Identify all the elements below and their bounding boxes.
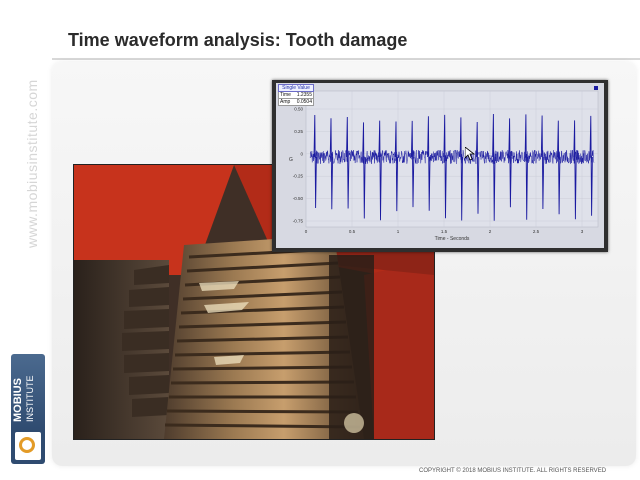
y-tick-label: -0.25	[293, 174, 304, 179]
mobius-logo: MOBIUS INSTITUTE	[11, 354, 45, 464]
x-axis-label: Time - Seconds	[435, 236, 470, 242]
y-axis-ticks: 0.50 0.25 0 -0.25 -0.50 -0.75	[293, 107, 304, 224]
cursor-readout: Single Value Time 1.2355 Amp 0.0504	[278, 84, 314, 106]
readout-row-amp: Amp 0.0504	[278, 99, 314, 106]
x-axis-ticks: 0 0.5 1 1.5 2 2.5 3	[305, 229, 584, 234]
waveform-chart: 0.50 0.25 0 -0.25 -0.50 -0.75 0 0.5 1 1.5 2 2.5 3 G…	[289, 86, 599, 242]
x-tick-label: 1	[397, 229, 400, 234]
x-tick-label: 2.5	[533, 229, 540, 234]
y-tick-label: -0.50	[293, 196, 304, 201]
y-tick-label: -0.75	[293, 219, 304, 224]
waveform-window: 0.50 0.25 0 -0.25 -0.50 -0.75 0 0.5 1 1.5 2 2.5 3 G…	[272, 80, 608, 252]
x-tick-label: 0.5	[349, 229, 356, 234]
watermark-text: www.mobiusinstitute.com	[24, 79, 40, 248]
y-axis-label: G	[289, 157, 293, 163]
y-tick-label: 0	[300, 151, 303, 156]
y-tick-label: 0.25	[294, 129, 303, 134]
window-corner-marker	[594, 86, 598, 90]
waveform-plot: 0.50 0.25 0 -0.25 -0.50 -0.75 0 0.5 1 1.5 2 2.5 3 G…	[276, 83, 604, 248]
title-divider	[52, 58, 640, 60]
readout-row-time: Time 1.2355	[278, 92, 314, 99]
readout-time-value: 1.2355	[296, 92, 312, 98]
copyright-notice: COPYRIGHT © 2018 MOBIUS INSTITUTE. ALL R…	[419, 468, 607, 474]
readout-header: Single Value	[278, 84, 314, 92]
x-tick-label: 0	[305, 229, 308, 234]
side-watermark: www.mobiusinstitute.com	[6, 60, 42, 250]
x-tick-label: 2	[489, 229, 492, 234]
logo-line-1: MOBIUS	[12, 378, 24, 422]
readout-amp-label: Amp	[280, 99, 291, 105]
x-tick-label: 1.5	[441, 229, 448, 234]
logo-mark-icon	[15, 432, 41, 460]
logo-text: MOBIUS INSTITUTE	[12, 376, 36, 423]
x-tick-label: 3	[581, 229, 584, 234]
readout-amp-value: 0.0504	[296, 99, 312, 105]
readout-time-label: Time	[280, 92, 291, 98]
slide-title: Time waveform analysis: Tooth damage	[68, 30, 408, 50]
logo-line-2: INSTITUTE	[25, 375, 35, 423]
y-tick-label: 0.50	[294, 107, 303, 112]
